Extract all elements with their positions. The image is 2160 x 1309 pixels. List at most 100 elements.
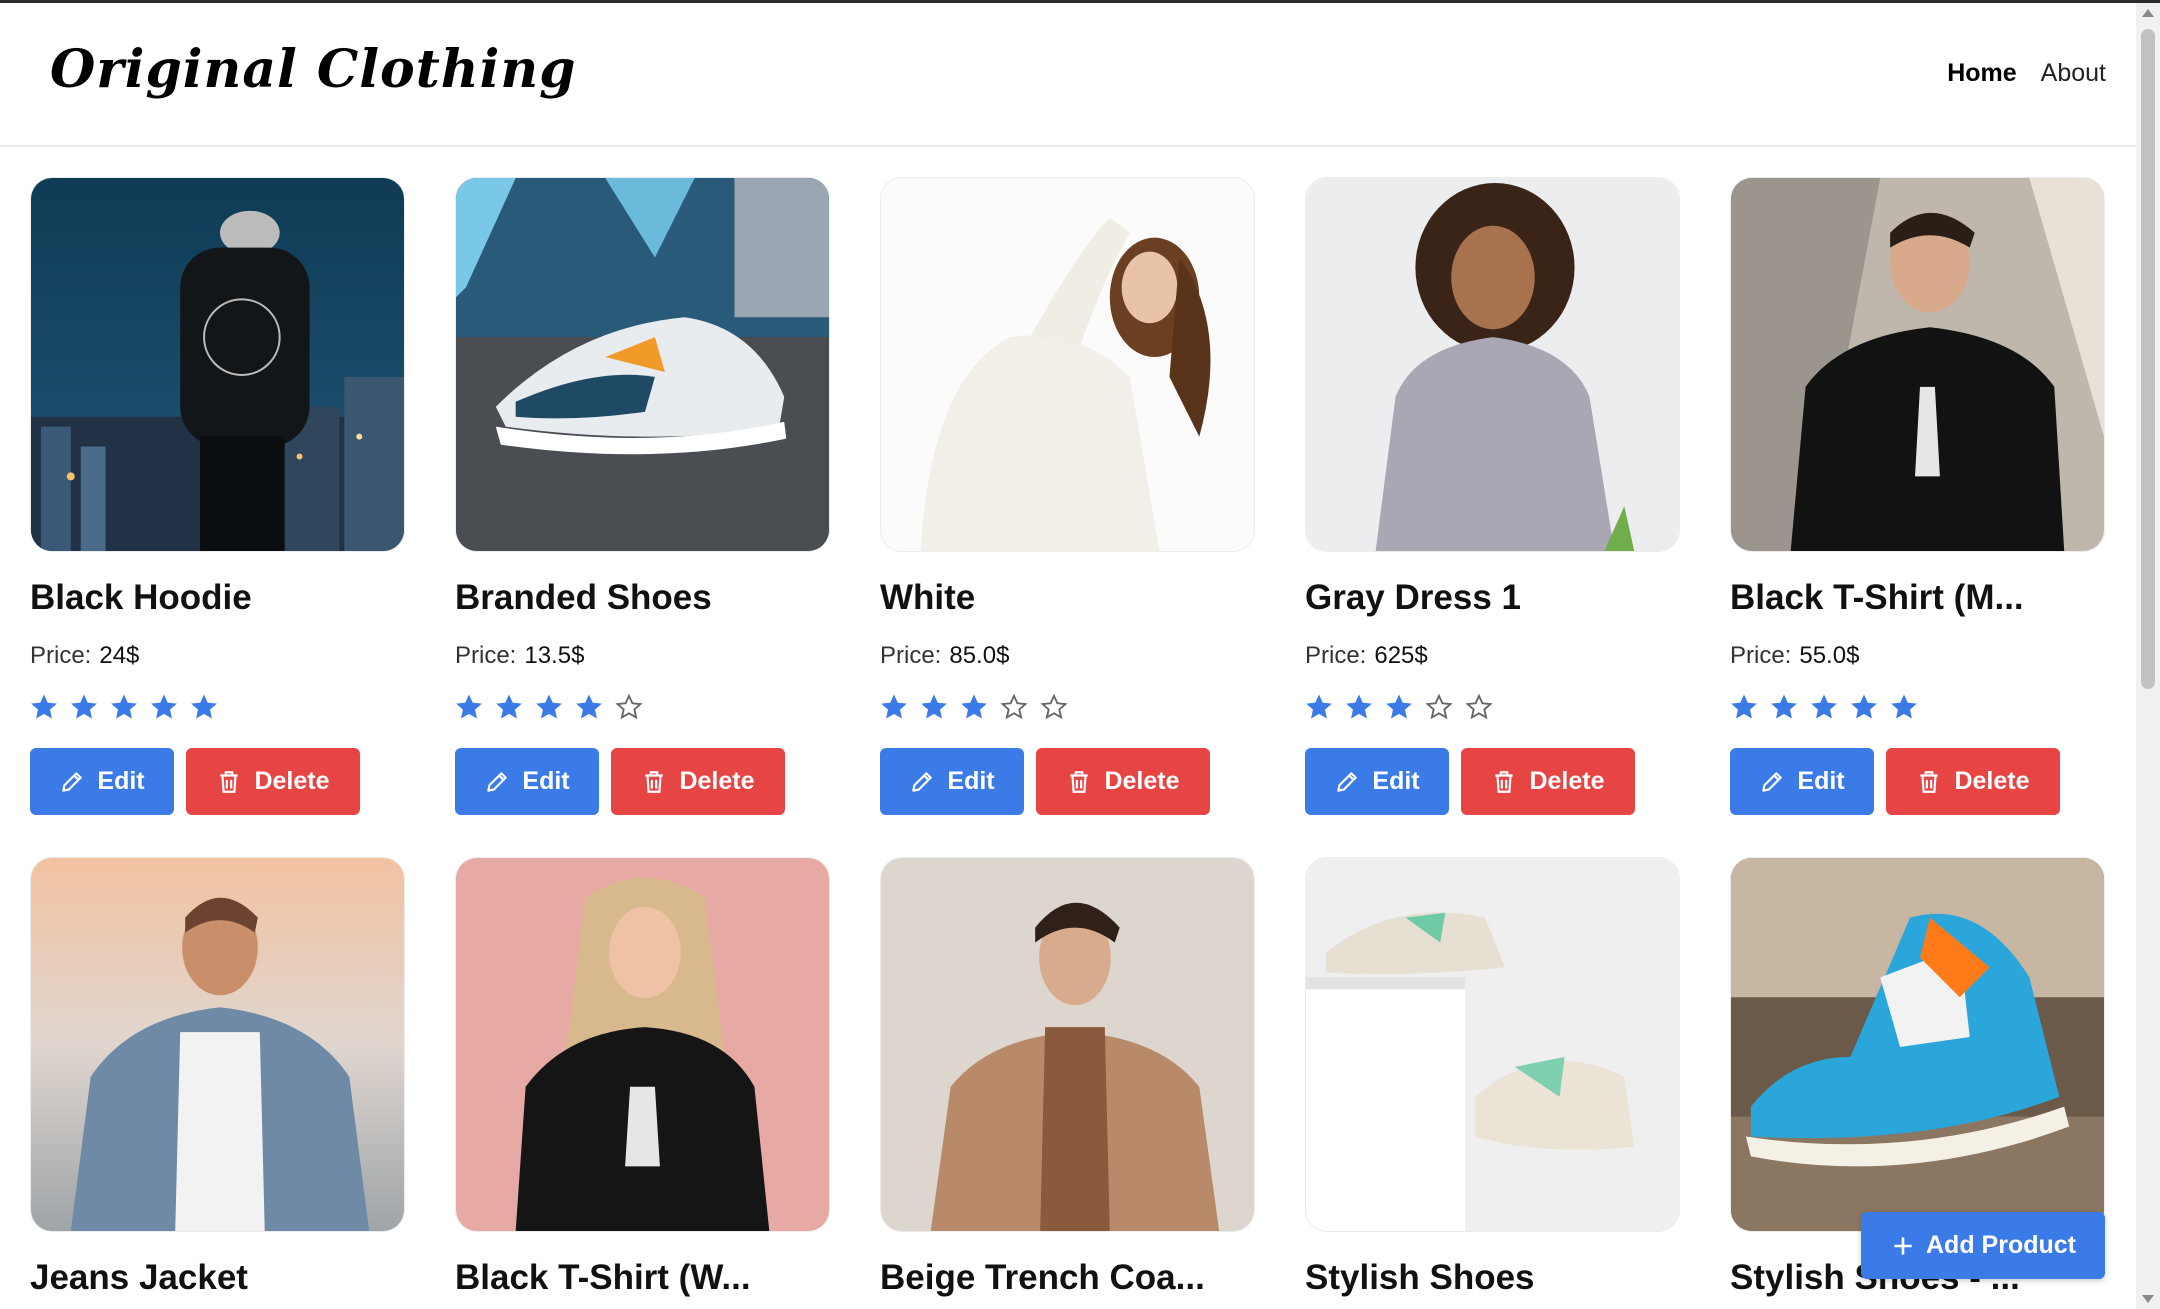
product-card: Black T-Shirt (W... [455, 857, 830, 1298]
price-value: 85.0$ [949, 642, 1010, 669]
price-label: Price: [455, 642, 517, 669]
nav-home-link[interactable]: Home [1947, 59, 2016, 88]
rating-stars [880, 692, 1255, 722]
delete-button[interactable]: Delete [611, 748, 785, 815]
product-photo [881, 178, 1254, 551]
edit-label: Edit [522, 767, 570, 795]
product-card: Jeans Jacket [30, 857, 405, 1298]
card-actions: Edit Delete [880, 748, 1255, 815]
product-image-black-tshirt-m[interactable] [1730, 177, 2105, 552]
edit-label: Edit [97, 767, 145, 795]
product-image-white[interactable] [880, 177, 1255, 552]
star-filled-icon [71, 694, 97, 719]
pencil-icon [62, 771, 83, 792]
product-card: Black T-Shirt (M... Price: 55.0$ Edit Del… [1730, 177, 2105, 815]
product-photo [31, 858, 404, 1231]
product-title: Jeans Jacket [30, 1258, 248, 1297]
product-price: Price: 625$ [1305, 642, 1680, 670]
product-title: Branded Shoes [455, 578, 712, 617]
edit-button[interactable]: Edit [1305, 748, 1449, 815]
star-filled-icon [31, 694, 57, 719]
delete-button[interactable]: Delete [186, 748, 360, 815]
scrollbar-thumb[interactable] [2141, 29, 2155, 689]
product-price: Price: 55.0$ [1730, 642, 2105, 670]
price-label: Price: [880, 642, 942, 669]
product-photo [1731, 178, 2104, 551]
product-card: White Price: 85.0$ Edit Delete [880, 177, 1255, 815]
rating-stars [455, 692, 830, 722]
pencil-icon [912, 771, 933, 792]
product-price: Price: 24$ [30, 642, 405, 670]
pencil-icon [1337, 771, 1358, 792]
product-card: Gray Dress 1 Price: 625$ Edit Delete [1305, 177, 1680, 815]
main-nav: Home About [1947, 59, 2106, 88]
edit-button[interactable]: Edit [1730, 748, 1874, 815]
product-photo [1306, 858, 1679, 1231]
product-image-stylish-shoes-2[interactable] [1730, 857, 2105, 1232]
price-value: 13.5$ [524, 642, 585, 669]
edit-label: Edit [1372, 767, 1420, 795]
trash-icon [1495, 770, 1514, 793]
trash-icon [220, 770, 239, 793]
card-actions: Edit Delete [1730, 748, 2105, 815]
delete-button[interactable]: Delete [1461, 748, 1635, 815]
vertical-scrollbar[interactable] [2136, 3, 2160, 1309]
trash-icon [645, 770, 664, 793]
star-empty-icon [1000, 693, 1028, 720]
star-filled-icon [576, 694, 602, 719]
product-photo [31, 178, 404, 551]
product-image-branded-shoes[interactable] [455, 177, 830, 552]
star-filled-icon [191, 694, 217, 719]
price-label: Price: [1305, 642, 1367, 669]
product-price: Price: 85.0$ [880, 642, 1255, 670]
product-card: Stylish Shoes [1305, 857, 1680, 1298]
edit-label: Edit [947, 767, 995, 795]
pencil-icon [487, 771, 508, 792]
product-image-black-tshirt-w[interactable] [455, 857, 830, 1232]
add-product-label: Add Product [1926, 1231, 2076, 1259]
star-empty-icon [1040, 693, 1068, 720]
star-filled-icon [1771, 694, 1797, 719]
trash-icon [1920, 770, 1939, 793]
edit-button[interactable]: Edit [455, 748, 599, 815]
product-image-beige-trench-coat[interactable] [880, 857, 1255, 1232]
add-product-button[interactable]: Add Product [1861, 1212, 2105, 1279]
edit-button[interactable]: Edit [880, 748, 1024, 815]
delete-label: Delete [1529, 767, 1605, 795]
delete-label: Delete [1104, 767, 1180, 795]
delete-label: Delete [679, 767, 755, 795]
star-filled-icon [1386, 694, 1412, 719]
delete-button[interactable]: Delete [1036, 748, 1210, 815]
product-photo [1306, 178, 1679, 551]
scroll-up-arrow-icon[interactable] [2142, 9, 2154, 17]
product-title: Black Hoodie [30, 578, 252, 617]
star-filled-icon [921, 694, 947, 719]
star-empty-icon [1465, 693, 1493, 720]
price-value: 24$ [99, 642, 140, 669]
product-image-black-hoodie[interactable] [30, 177, 405, 552]
delete-button[interactable]: Delete [1886, 748, 2060, 815]
price-label: Price: [1730, 642, 1792, 669]
nav-about-link[interactable]: About [2041, 59, 2106, 88]
product-title: Black T-Shirt (M... [1730, 578, 2024, 617]
star-filled-icon [1891, 694, 1917, 719]
delete-label: Delete [254, 767, 330, 795]
star-filled-icon [111, 694, 137, 719]
product-image-gray-dress[interactable] [1305, 177, 1680, 552]
edit-button[interactable]: Edit [30, 748, 174, 815]
star-filled-icon [881, 694, 907, 719]
edit-label: Edit [1797, 767, 1845, 795]
site-header: Original Clothing Home About [0, 3, 2136, 147]
pencil-icon [1762, 771, 1783, 792]
page: Original Clothing Home About Black Hoodi… [0, 0, 2160, 1309]
site-logo[interactable]: Original Clothing [50, 39, 577, 100]
product-image-jeans-jacket[interactable] [30, 857, 405, 1232]
star-filled-icon [1851, 694, 1877, 719]
delete-label: Delete [1954, 767, 2030, 795]
card-actions: Edit Delete [455, 748, 830, 815]
product-photo [456, 858, 829, 1231]
scroll-down-arrow-icon[interactable] [2142, 1295, 2154, 1303]
product-image-stylish-shoes[interactable] [1305, 857, 1680, 1232]
trash-icon [1070, 770, 1089, 793]
price-value: 625$ [1374, 642, 1428, 669]
